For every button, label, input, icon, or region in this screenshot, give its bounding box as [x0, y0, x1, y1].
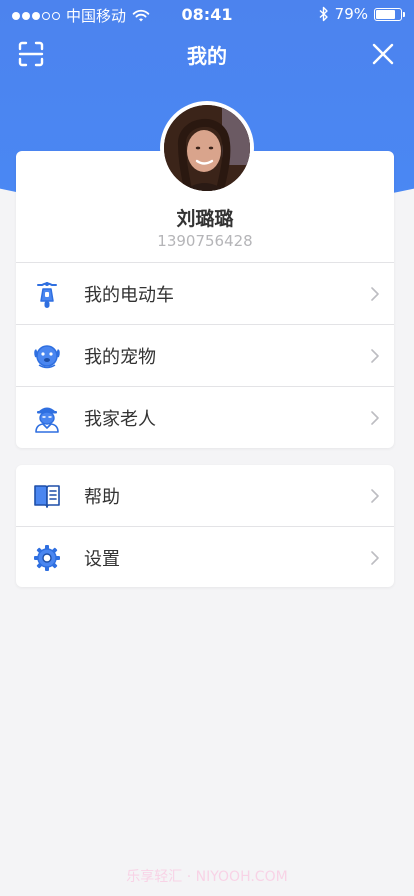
menu-item-electric-vehicle[interactable]: 我的电动车 [16, 262, 394, 324]
bluetooth-icon [319, 6, 328, 22]
menu-item-pet[interactable]: 我的宠物 [16, 324, 394, 386]
chevron-right-icon [370, 410, 380, 426]
profile-name: 刘璐璐 [176, 208, 234, 230]
avatar-illustration [164, 105, 250, 191]
menu-label-help: 帮助 [84, 486, 120, 508]
menu-item-settings[interactable]: 设置 [16, 526, 394, 588]
page-title: 我的 [187, 44, 227, 68]
settings-card: 帮助 设置 [16, 465, 394, 587]
nav-bar: 我的 [0, 30, 414, 78]
watermark: 乐享轻汇 · NIYOOH.COM [126, 869, 288, 885]
menu-label-settings: 设置 [84, 548, 120, 570]
dog-icon [32, 341, 62, 371]
close-icon [372, 43, 394, 65]
avatar[interactable] [160, 101, 254, 195]
battery-level [376, 9, 395, 19]
battery-percent: 79% [334, 5, 368, 23]
menu-label-pet: 我的宠物 [84, 346, 156, 368]
menu-label-electric-vehicle: 我的电动车 [84, 284, 174, 306]
menu-group-family: 我的电动车 我的宠物 我家老人 [16, 262, 394, 448]
gear-icon [32, 543, 62, 573]
status-bar: 中国移动 08:41 79% [0, 0, 414, 30]
chevron-right-icon [370, 550, 380, 566]
chevron-right-icon [370, 286, 380, 302]
battery-icon [374, 7, 405, 21]
chevron-right-icon [370, 488, 380, 504]
avatar-photo [164, 105, 250, 191]
book-icon [32, 481, 62, 511]
profile-phone: 1390756428 [157, 232, 253, 250]
menu-item-help[interactable]: 帮助 [16, 465, 394, 526]
close-button[interactable] [367, 38, 399, 70]
my-profile-screen: 中国移动 08:41 79% 我的 刘璐璐 1390756428 我的电动车 我… [0, 0, 414, 896]
menu-label-elder: 我家老人 [84, 408, 156, 430]
menu-item-elder[interactable]: 我家老人 [16, 386, 394, 448]
chevron-right-icon [370, 348, 380, 364]
menu-group-system: 帮助 设置 [16, 465, 394, 588]
elder-icon [32, 403, 62, 433]
status-right: 79% [319, 5, 405, 23]
profile-card: 刘璐璐 1390756428 我的电动车 我的宠物 我家老人 [16, 151, 394, 448]
scooter-icon [32, 279, 62, 309]
